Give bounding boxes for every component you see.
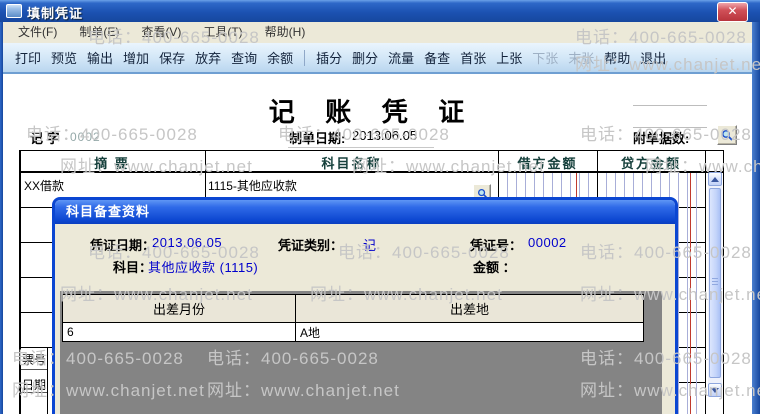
voucher-date-value: 2013.06.05 (152, 235, 223, 250)
footer-line (19, 369, 47, 370)
menu-item[interactable]: 查看(V) (130, 22, 192, 43)
blank-line-top (633, 105, 707, 106)
search-icon (722, 130, 733, 141)
date-footer-label: 日期 (22, 378, 47, 392)
summary-cell[interactable]: XX借款 (24, 177, 64, 194)
grid-column-header: 出差地 (295, 294, 644, 323)
grid-line (19, 150, 724, 151)
reference-grid-panel: 出差月份 出差地 6 A地 (60, 291, 662, 414)
account-value: 其他应收款 (1115) (148, 260, 259, 275)
window-border-right (752, 22, 760, 414)
chevron-up-icon (711, 176, 719, 182)
date-underline (288, 147, 434, 148)
menu-item[interactable]: 帮助(H) (254, 22, 317, 43)
grid-line (47, 347, 48, 414)
voucher-word-label: 记 字 (30, 131, 60, 146)
toolbar-button[interactable]: 帮助 (599, 48, 635, 67)
toolbar-separator (304, 49, 306, 66)
reference-grid: 出差月份 出差地 6 A地 (62, 294, 644, 342)
window-title: 填制凭证 (27, 6, 84, 21)
toolbar-button: 末张 (568, 51, 595, 66)
attach-count-label: 附单据数: (633, 131, 690, 146)
column-header-account: 科目名称 (321, 156, 382, 171)
grid-line (723, 150, 724, 414)
make-date-value: 2013.06.05 (352, 128, 418, 143)
scroll-down-button[interactable] (708, 383, 722, 397)
toolbar-button[interactable]: 保存 (154, 48, 190, 67)
voucher-word-number: 0002 (70, 130, 101, 144)
toolbar-button[interactable]: 插分 (311, 48, 347, 67)
toolbar: 打印 预览 输出 增加 保存 放弃 查询 余额 插分 删分 流量 备查 首张 上张 下张 末张 帮助 退出 (3, 43, 752, 74)
chevron-down-icon (711, 387, 719, 393)
make-date-label: 制单日期: (289, 131, 346, 146)
toolbar-button[interactable]: 打印 (10, 48, 46, 67)
account-reference-dialog: 科目备查资料 凭证日期： 2013.06.05 凭证类别： 记 凭证号： 000… (52, 197, 678, 414)
voucher-no-label: 凭证号： (470, 238, 523, 253)
menu-bar: 文件(F) 制单(E) 查看(V) 工具(T) 帮助(H) (3, 22, 752, 43)
toolbar-button[interactable]: 放弃 (190, 48, 226, 67)
credit-red-line (690, 173, 691, 414)
voucher-type-value: 记 (363, 238, 377, 253)
close-icon[interactable]: ✕ (717, 2, 748, 22)
toolbar-button[interactable]: 退出 (635, 48, 671, 67)
toolbar-button[interactable]: 首张 (455, 48, 491, 67)
toolbar-button[interactable]: 备查 (419, 48, 455, 67)
toolbar-button[interactable]: 流量 (383, 48, 419, 67)
grid-row: 6 A地 (62, 322, 644, 342)
account-cell[interactable]: 1115-其他应收款 (208, 177, 297, 194)
window-icon (6, 4, 22, 18)
ticket-no-label: 票号 (22, 353, 47, 367)
column-header-debit: 借方金额 (517, 156, 578, 171)
toolbar-button[interactable]: 上张 (491, 48, 527, 67)
toolbar-button[interactable]: 增加 (118, 48, 154, 67)
menu-item[interactable]: 文件(F) (7, 22, 68, 43)
toolbar-button[interactable]: 预览 (46, 48, 82, 67)
account-label: 科目： (113, 260, 153, 275)
voucher-type-label: 凭证类别： (278, 238, 344, 253)
toolbar-button[interactable]: 输出 (82, 48, 118, 67)
title-bar: 填制凭证 ✕ (0, 0, 760, 22)
grid-line (19, 150, 21, 414)
voucher-no-value: 00002 (528, 235, 567, 250)
scroll-up-button[interactable] (708, 172, 722, 186)
toolbar-button: 下张 (532, 51, 559, 66)
grid-column-header: 出差月份 (62, 294, 296, 323)
scrollbar-thumb[interactable] (709, 188, 721, 378)
app-window: 填制凭证 ✕ 文件(F) 制单(E) 查看(V) 工具(T) 帮助(H) 打印 预览 输出增… (0, 0, 760, 414)
column-header-credit: 贷方金额 (620, 156, 681, 171)
menu-item[interactable]: 工具(T) (192, 22, 253, 43)
amount-label: 金额 ： (473, 260, 516, 275)
dialog-title-bar: 科目备查资料 (55, 200, 675, 224)
window-border-left (0, 22, 3, 414)
voucher-date-label: 凭证日期： (90, 238, 156, 253)
menu-item[interactable]: 制单(E) (68, 22, 130, 43)
voucher-title: 记 账 凭 证 (268, 98, 477, 127)
toolbar-button[interactable]: 查询 (226, 48, 262, 67)
grid-line (705, 150, 706, 414)
grid-cell[interactable]: 6 (62, 322, 296, 342)
toolbar-button[interactable]: 删分 (347, 48, 383, 67)
grid-cell[interactable]: A地 (295, 322, 644, 342)
attach-lookup-button[interactable] (717, 125, 737, 145)
toolbar-button[interactable]: 余额 (262, 48, 298, 67)
column-header-summary: 摘 要 (94, 156, 130, 171)
